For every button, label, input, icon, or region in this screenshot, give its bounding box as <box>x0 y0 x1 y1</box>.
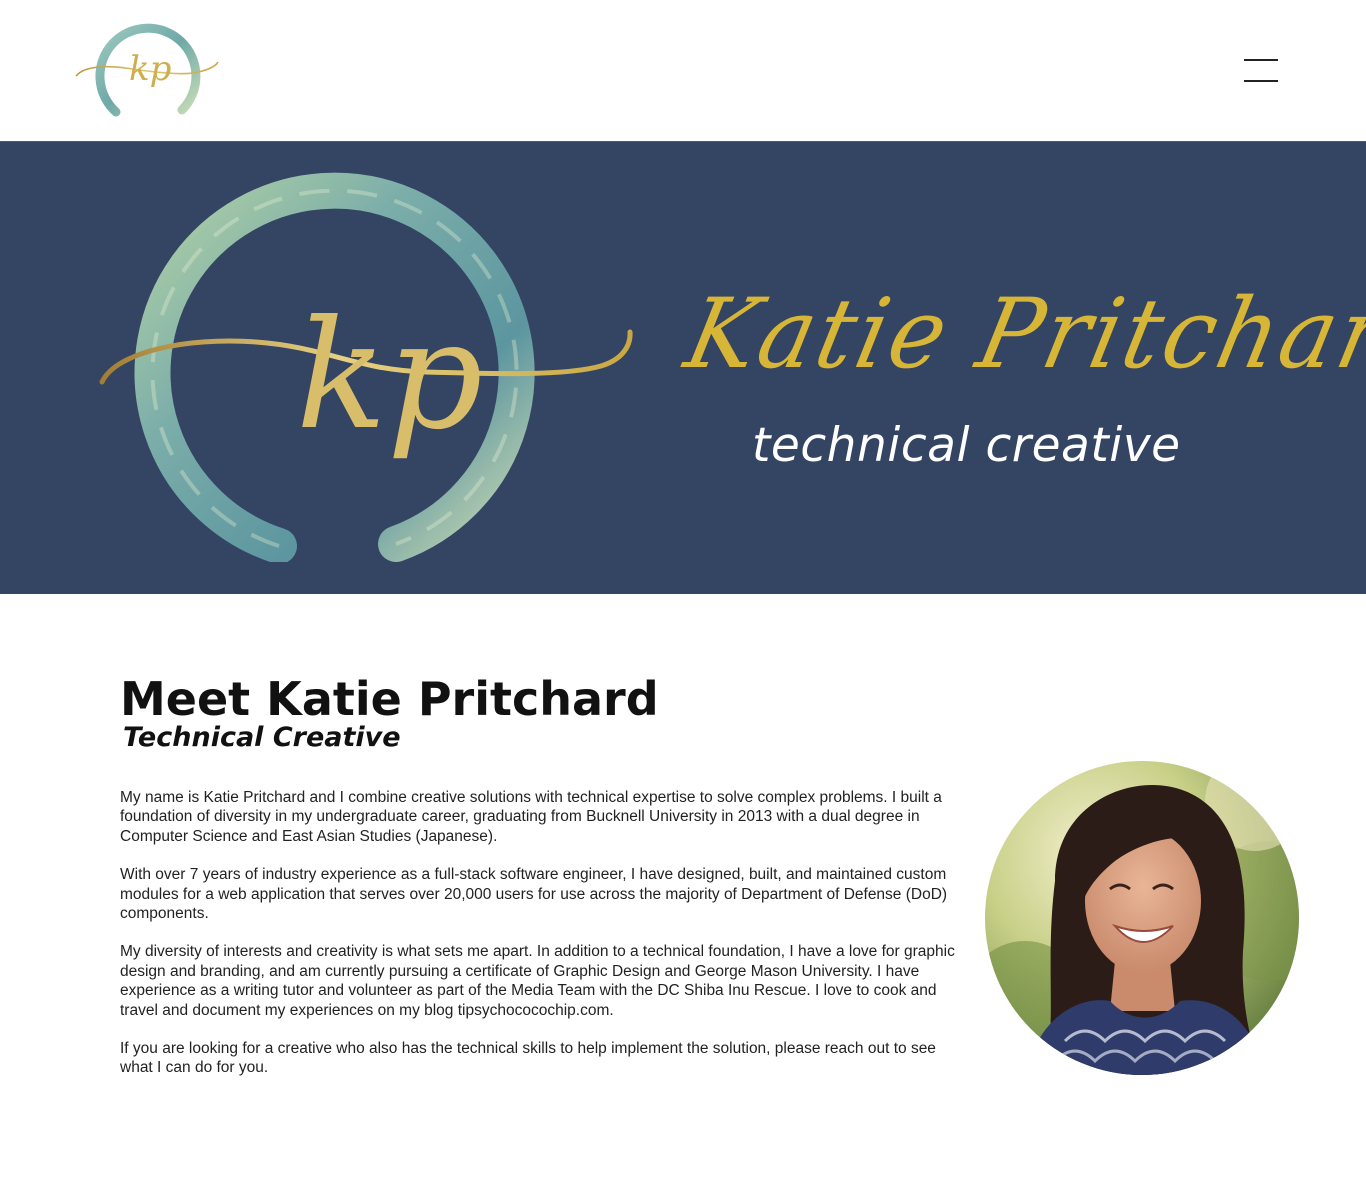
bio-paragraph: With over 7 years of industry experience… <box>120 866 948 923</box>
bio-paragraph: If you are looking for a creative who al… <box>120 1040 936 1077</box>
menu-line <box>1244 80 1278 82</box>
menu-line <box>1244 59 1278 61</box>
kp-monogram-logo: kp <box>99 172 633 562</box>
portrait-photo <box>985 761 1299 1075</box>
logo-monogram: kp <box>129 49 171 89</box>
about-title: Meet Katie Pritchard <box>120 672 659 726</box>
bio-paragraph: My diversity of interests and creativity… <box>120 943 955 1019</box>
banner-tagline: technical creative <box>752 418 1181 473</box>
bio-paragraph: My name is Katie Pritchard and I combine… <box>120 789 942 845</box>
banner-name: Katie Pritchard <box>676 277 1366 390</box>
portrait-illustration <box>985 761 1299 1075</box>
banner-monogram: kp <box>296 289 483 463</box>
hero-banner: kp Katie Pritchard technical creative <box>0 141 1366 594</box>
hamburger-menu-icon[interactable] <box>1242 56 1280 86</box>
about-subtitle: Technical Creative <box>123 722 401 753</box>
bio-text: My name is Katie Pritchard and I combine… <box>120 788 970 1097</box>
kp-logo[interactable]: kp <box>74 14 222 124</box>
site-header: kp <box>0 0 1366 141</box>
